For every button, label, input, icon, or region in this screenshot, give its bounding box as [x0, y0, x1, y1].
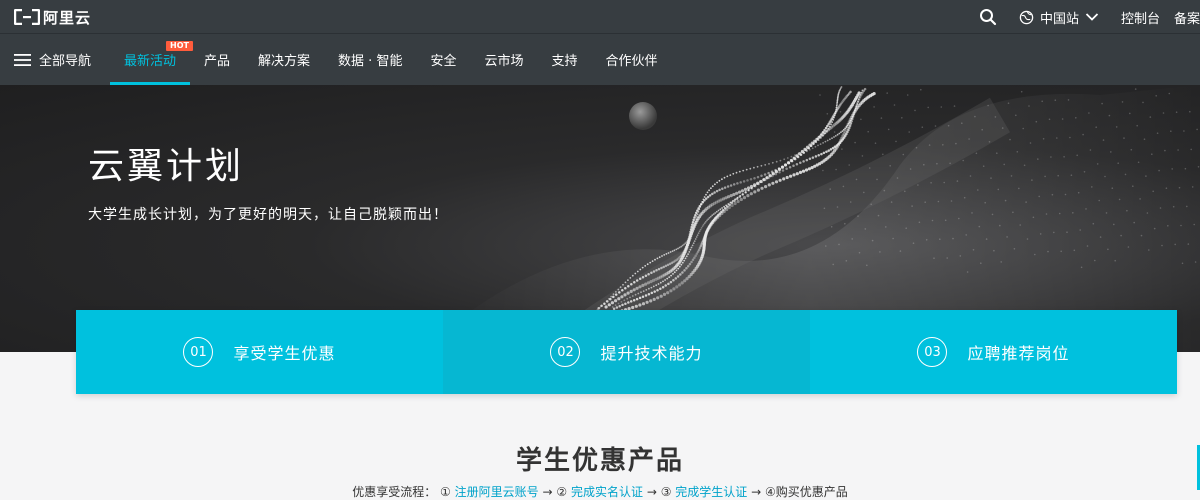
nav-item-latest-activities[interactable]: 最新活动 HOT: [110, 34, 193, 85]
region-label: 中国站: [1039, 11, 1079, 27]
nav-item-products[interactable]: 产品: [190, 34, 244, 85]
globe-icon: [1019, 10, 1034, 24]
nav-item-partners[interactable]: 合作伙伴: [592, 34, 672, 85]
hamburger-menu-icon: [14, 53, 31, 66]
console-link[interactable]: 控制台: [1121, 8, 1160, 27]
step-improve-skills[interactable]: 02 提升技术能力: [443, 310, 810, 394]
section-title: 学生优惠产品: [515, 446, 684, 476]
nav-item-support[interactable]: 支持: [537, 34, 591, 85]
main-nav: 全部导航 最新活动 HOT 产品 解决方案 数据 · 智能 安全 云市场 支持 …: [0, 34, 1200, 85]
hero-subtitle: 大学生成长计划，为了更好的明天，让自己脱颖而出！: [88, 207, 448, 223]
nav-item-label: 云市场: [484, 54, 524, 69]
flow-arrow: →: [751, 485, 762, 499]
brand-name: 阿里云: [43, 8, 92, 27]
register-account-link[interactable]: 注册阿里云账号: [455, 485, 539, 499]
region-selector[interactable]: 中国站: [1019, 8, 1099, 27]
nav-item-label: 安全: [430, 54, 457, 69]
step-number: 01: [183, 337, 214, 367]
step-label: 提升技术能力: [600, 344, 703, 363]
flow-step-number: ②: [556, 485, 568, 499]
flow-arrow: →: [542, 485, 553, 499]
nav-item-marketplace[interactable]: 云市场: [470, 34, 537, 85]
top-bar: 阿里云 中国站 控制台 备案: [0, 0, 1200, 34]
step-label: 享受学生优惠: [233, 344, 336, 363]
flow-step-number: ①: [440, 485, 451, 499]
nav-item-solutions[interactable]: 解决方案: [244, 34, 324, 85]
flow-step-buy: ④购买优惠产品: [765, 485, 848, 499]
all-navigation-button[interactable]: 全部导航: [14, 34, 91, 85]
step-number: 02: [550, 337, 581, 367]
nav-item-label: 最新活动: [124, 54, 177, 69]
step-apply-jobs[interactable]: 03 应聘推荐岗位: [810, 310, 1177, 394]
flow-arrow: →: [646, 485, 657, 499]
step-student-discount[interactable]: 01 享受学生优惠: [76, 310, 443, 394]
flow-prefix: 优惠享受流程：: [352, 485, 437, 499]
brand-logo[interactable]: 阿里云: [14, 8, 92, 27]
nav-item-data-intelligence[interactable]: 数据 · 智能: [324, 34, 416, 85]
nav-items: 最新活动 HOT 产品 解决方案 数据 · 智能 安全 云市场 支持 合作伙伴: [110, 34, 672, 85]
flow-step-number: ③: [660, 485, 672, 499]
top-right-links: 中国站 控制台 备案: [979, 0, 1200, 34]
aliyun-logo-icon: [14, 9, 40, 25]
discount-flow: 优惠享受流程： ① 注册阿里云账号 → ② 完成实名认证 → ③ 完成学生认证 …: [0, 483, 1200, 500]
student-verification-link[interactable]: 完成学生认证: [675, 485, 747, 499]
nav-item-label: 解决方案: [258, 54, 311, 69]
step-label: 应聘推荐岗位: [967, 344, 1070, 363]
nav-item-label: 数据 · 智能: [338, 54, 403, 69]
real-name-verification-link[interactable]: 完成实名认证: [571, 485, 643, 499]
hero-title: 云翼计划: [88, 146, 245, 187]
hot-badge: HOT: [166, 41, 193, 51]
program-steps: 01 享受学生优惠 02 提升技术能力 03 应聘推荐岗位: [76, 310, 1177, 394]
nav-item-label: 合作伙伴: [605, 54, 658, 69]
nav-item-label: 产品: [204, 54, 231, 69]
nav-item-security[interactable]: 安全: [416, 34, 470, 85]
all-navigation-label: 全部导航: [39, 54, 92, 69]
icp-filing-link[interactable]: 备案: [1174, 8, 1200, 27]
nav-item-label: 支持: [551, 54, 578, 69]
chevron-down-icon: [1085, 13, 1099, 21]
step-number: 03: [917, 337, 948, 367]
search-icon[interactable]: [979, 8, 997, 26]
